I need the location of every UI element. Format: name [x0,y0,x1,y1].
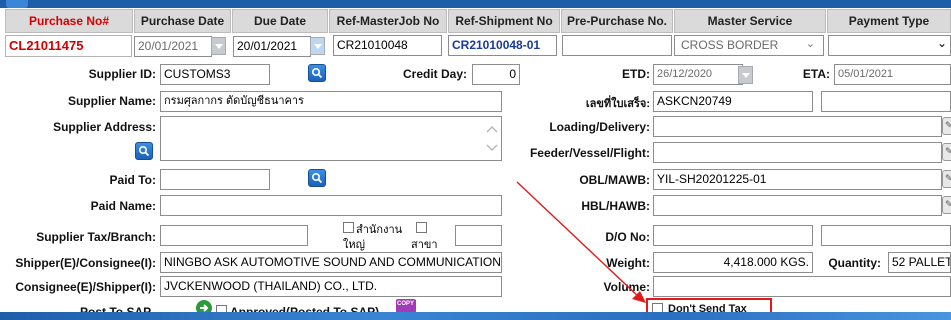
head-office-label-2: ใหญ่ [343,239,365,251]
pre-purchase-field[interactable] [562,35,672,56]
branch-label: สาขา [411,239,438,251]
hbl-hawb-field[interactable] [653,195,942,216]
header-master-service: Master Service [674,9,826,33]
loading-delivery-field[interactable] [653,116,942,137]
paid-to-search-button[interactable] [308,169,326,187]
edit-icon: ✎ [945,146,951,156]
header-purchase-date: Purchase Date [134,9,231,33]
etd-date-picker-button[interactable] [738,66,753,84]
receipt-extra-field[interactable] [821,91,951,112]
chevron-down-icon: ⌄ [936,36,947,50]
supplier-search-button[interactable] [308,64,326,82]
header-purchase-no: Purchase No# [5,9,133,33]
purchase-date-picker-button[interactable] [211,37,226,55]
header-ref-shipment: Ref-Shipment No [448,9,560,33]
due-date-picker-button[interactable] [310,37,325,55]
eta-field[interactable]: 05/01/2021 [834,64,951,85]
receipt-no-label: เลขที่ใบเสร็จ: [585,98,650,110]
do-extra-field[interactable] [821,225,951,246]
do-no-field[interactable] [653,225,813,246]
header-due-date: Due Date [232,9,328,33]
branch-checkbox[interactable] [416,222,427,233]
quantity-label: Quantity: [828,256,881,270]
feeder-lookup-button[interactable]: ✎ [942,143,951,161]
supplier-id-label: Supplier ID: [88,67,156,81]
do-no-label: D/O No: [605,230,650,244]
credit-day-field[interactable]: 0 [472,64,520,85]
header-ref-masterjob: Ref-MasterJob No [329,9,447,33]
paid-to-field[interactable] [160,169,270,190]
shipper-field[interactable]: NINGBO ASK AUTOMOTIVE SOUND AND COMMUNIC… [160,252,502,273]
ref-masterjob-field[interactable]: CR21010048 [333,35,442,56]
hbl-hawb-label: HBL/HAWB: [581,199,650,213]
copy-icon-label: COPY [397,301,415,307]
shipper-label: Shipper(E)/Consignee(I): [15,256,156,270]
address-search-button[interactable] [135,142,153,160]
edit-icon: ✎ [945,173,951,183]
payment-type-select[interactable]: ⌄ [828,35,951,56]
hbl-lookup-button[interactable]: ✎ [942,196,951,214]
credit-day-label: Credit Day: [402,67,467,81]
etd-label: ETD: [622,67,650,81]
top-bar [0,0,951,8]
tax-branch-label: Supplier Tax/Branch: [36,230,156,244]
head-office-checkbox[interactable] [343,222,354,233]
header-payment-type: Payment Type [827,9,951,33]
weight-field[interactable]: 4,418.000 KGS. [653,252,813,273]
etd-field[interactable]: 26/12/2020 [653,64,743,85]
supplier-id-field[interactable]: CUSTOMS3 [160,64,270,85]
feeder-vessel-label: Feeder/Vessel/Flight: [529,146,650,160]
obl-mawb-field[interactable]: YIL-SH20201225-01 [653,169,942,190]
purchase-date-field[interactable]: 20/01/2021 [134,36,212,57]
paid-name-label: Paid Name: [90,199,156,213]
header-pre-purchase: Pre-Purchase No. [561,9,673,33]
eta-label: ETA: [802,67,830,81]
master-service-value: CROSS BORDER [681,38,779,52]
search-icon [311,67,323,79]
branch-no-field[interactable] [455,225,502,246]
volume-field[interactable] [653,276,951,297]
edit-icon: ✎ [945,199,951,209]
supplier-name-field[interactable]: กรมศุลกากร ตัดบัญชีธนาคาร [160,91,502,112]
copy-button[interactable]: COPY [396,299,416,313]
receipt-no-field[interactable]: ASKCN20749 [653,91,813,112]
loading-delivery-label: Loading/Delivery: [549,120,650,134]
supplier-address-label: Supplier Address: [53,120,156,134]
supplier-address-textarea[interactable] [160,116,502,161]
obl-mawb-label: OBL/MAWB: [579,173,650,187]
consignee-label: Consignee(E)/Shipper(I): [15,280,156,294]
weight-label: Weight: [606,256,650,270]
due-date-field[interactable]: 20/01/2021 [233,36,311,57]
paid-name-field[interactable] [160,195,502,216]
address-scrollbar[interactable] [484,117,500,159]
quantity-field[interactable]: 52 PALLET(S [888,252,951,273]
tax-branch-field[interactable] [160,225,308,246]
paid-to-label: Paid To: [109,173,156,187]
search-icon [138,145,150,157]
supplier-name-label: Supplier Name: [67,94,156,108]
top-tab[interactable] [6,0,28,8]
obl-lookup-button[interactable]: ✎ [942,170,951,188]
chevron-down-icon: ⌄ [805,38,815,50]
volume-label: Volume: [603,280,650,294]
ref-shipment-field[interactable]: CR21010048-01 [448,35,557,56]
consignee-field[interactable]: JVCKENWOOD (THAILAND) CO., LTD. [160,276,502,297]
loading-lookup-button[interactable]: ✎ [942,117,951,135]
master-service-select[interactable]: CROSS BORDER ⌄ [674,35,824,56]
search-icon [311,172,323,184]
bottom-bar [0,312,951,320]
purchase-no-field[interactable]: CL21011475 [5,35,132,57]
edit-icon: ✎ [945,120,951,130]
feeder-vessel-field[interactable] [653,142,942,163]
